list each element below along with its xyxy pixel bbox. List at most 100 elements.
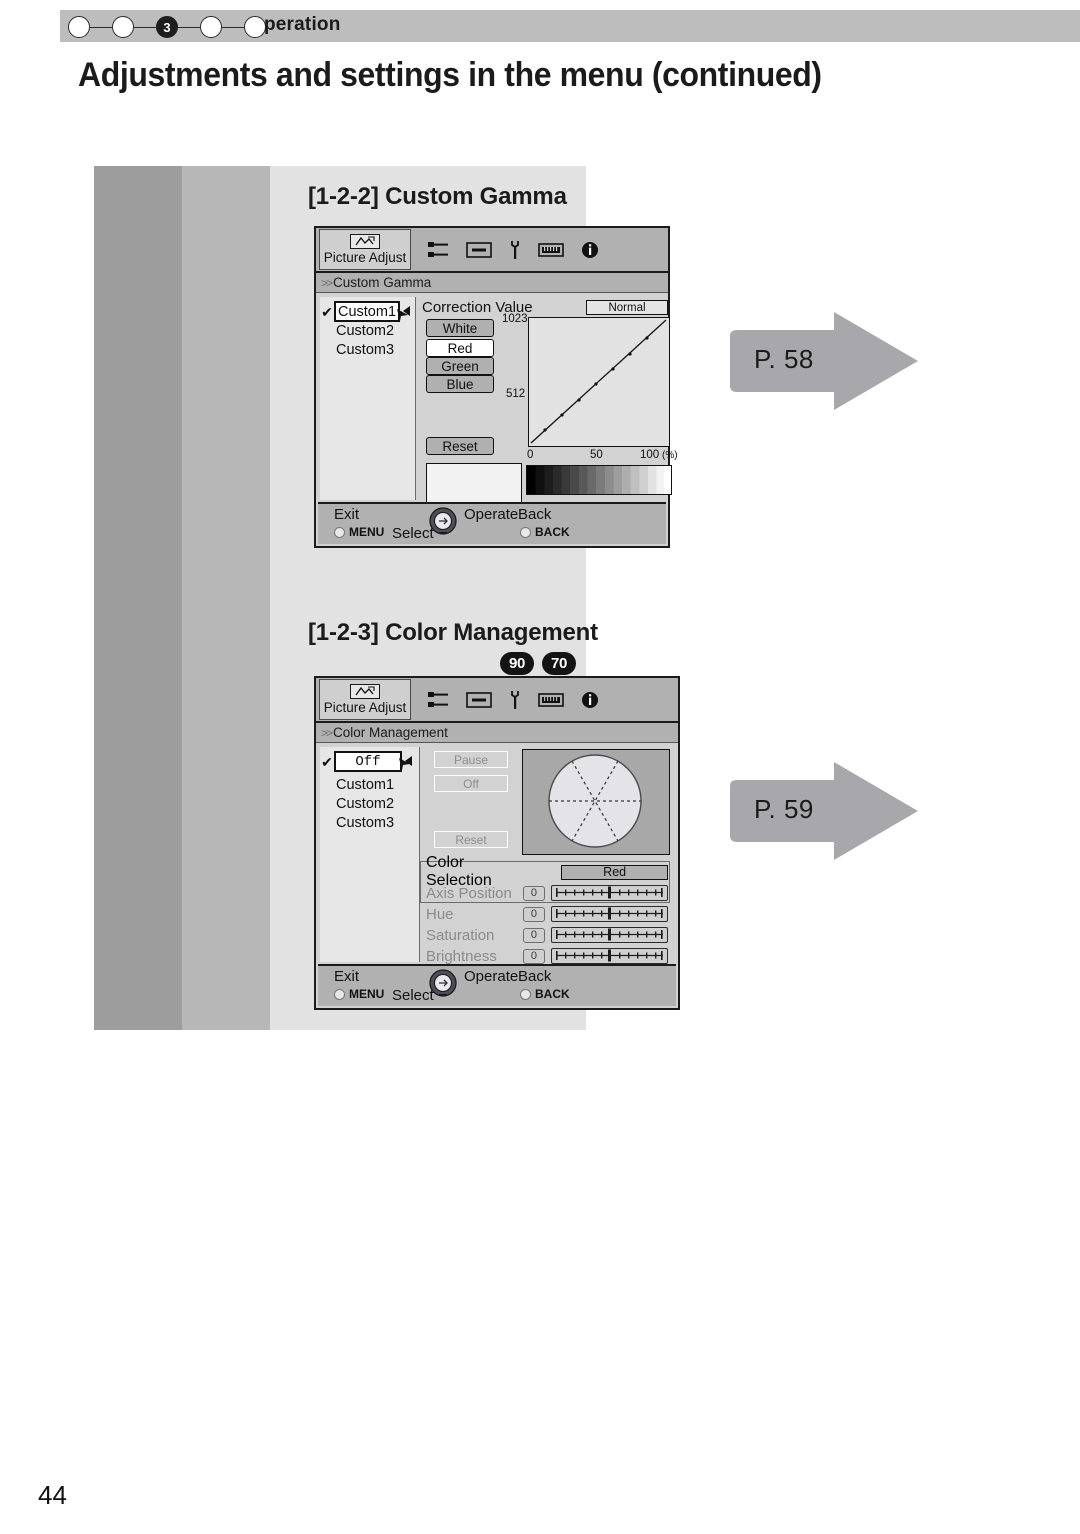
slider-row-axis-position[interactable]: Axis Position 0 — [426, 883, 668, 903]
help-operate-label: Operate — [464, 506, 519, 523]
wrench-icon[interactable] — [509, 690, 521, 710]
led-bullet-icon — [334, 526, 345, 538]
help-exit-label: Exit — [334, 968, 360, 985]
graph-x-tick-0: 0 — [527, 449, 534, 461]
step-dot-1 — [68, 16, 90, 38]
slider-value: 0 — [522, 906, 545, 922]
slider-row-saturation[interactable]: Saturation 0 — [426, 925, 668, 945]
check-icon: ✔ — [321, 303, 333, 320]
slider-track[interactable] — [551, 906, 668, 922]
page-reference-label-1: P. 58 — [754, 344, 814, 374]
slider-label: Hue — [426, 905, 454, 923]
chevron-right-icon: >> — [321, 725, 333, 740]
slider-label: Axis Position — [426, 884, 512, 902]
help-menu-key-label: MENU — [349, 987, 385, 1001]
section-title-color-management: [1-2-3] Color Management — [308, 619, 598, 646]
help-back-label: Back — [518, 506, 552, 523]
led-bullet-icon — [520, 988, 531, 1000]
slider-value: 0 — [522, 948, 545, 964]
channel-button-blue[interactable]: Blue — [426, 375, 494, 393]
list-item[interactable]: Custom2 — [336, 795, 419, 814]
help-menu-key-label: MENU — [349, 525, 385, 539]
graph-x-tick-50: 50 — [590, 449, 603, 461]
step-connector — [222, 26, 244, 29]
list-item-selected[interactable]: ✔ Off — [320, 751, 419, 772]
step-connector — [178, 26, 200, 29]
osd-tab-icon-group — [427, 690, 599, 710]
installation-icon[interactable] — [538, 242, 564, 258]
color-selection-row[interactable]: Color Selection Red — [426, 854, 669, 889]
operate-wheel-icon — [428, 506, 458, 536]
osd-tab-icon-group — [427, 240, 599, 260]
page-reference-arrow-1: P. 58 — [722, 308, 920, 414]
off-button[interactable]: Off — [434, 775, 508, 792]
channel-button-red[interactable]: Red — [426, 339, 494, 357]
selected-value-box[interactable]: Custom1 — [334, 301, 408, 322]
selected-value-box[interactable]: Off — [334, 751, 410, 772]
reset-button[interactable]: Reset — [434, 831, 508, 848]
osd-custom-gamma: Picture Adjust >> Custom Gamma ✔ Custom1… — [314, 226, 678, 548]
help-back-key[interactable]: BACK — [520, 525, 570, 539]
wrench-icon[interactable] — [509, 240, 521, 260]
band-mid — [182, 166, 270, 1030]
info-icon[interactable] — [581, 241, 599, 259]
slider-row-hue[interactable]: Hue 0 — [426, 904, 668, 924]
list-item[interactable]: Custom3 — [336, 341, 415, 360]
step-connector — [134, 26, 156, 29]
help-menu-key[interactable]: MENU — [334, 987, 384, 1001]
help-back-key[interactable]: BACK — [520, 987, 570, 1001]
reset-button[interactable]: Reset — [426, 437, 494, 455]
color-selection-value[interactable]: Red — [561, 864, 669, 880]
model-badge-90: 90 — [500, 652, 534, 675]
list-item[interactable]: Custom3 — [336, 814, 419, 833]
step-dot-4 — [200, 16, 222, 38]
selected-value-label: Off — [355, 753, 381, 770]
osd-tabbar: Picture Adjust — [316, 678, 678, 723]
slider-row-brightness[interactable]: Brightness 0 — [426, 946, 668, 966]
display-icon[interactable] — [466, 691, 492, 708]
sliders-icon[interactable] — [427, 240, 449, 260]
installation-icon[interactable] — [538, 692, 564, 708]
list-item-selected[interactable]: ✔ Custom1 — [320, 301, 415, 322]
pause-button[interactable]: Pause — [434, 751, 508, 768]
osd-color-management: Picture Adjust >> Color Management ✔ Off… — [314, 676, 680, 1010]
cursor-arrow-icon — [396, 308, 410, 326]
list-item[interactable]: Custom1 — [336, 776, 419, 795]
slider-track[interactable] — [551, 948, 668, 964]
check-icon: ✔ — [321, 753, 333, 770]
chapter-step-indicator: 3 — [68, 16, 268, 38]
tab-picture-adjust[interactable]: Picture Adjust — [319, 679, 411, 720]
osd-body: ✔ Custom1 Custom2 Custom3 Correction Val… — [318, 295, 678, 503]
model-badges: 90 70 — [500, 652, 576, 675]
graph-y-top-label: 1023 — [502, 313, 528, 325]
slider-track[interactable] — [551, 885, 668, 901]
info-icon[interactable] — [581, 691, 599, 709]
slider-value: 0 — [522, 885, 545, 901]
help-operate-label: Operate — [464, 968, 519, 985]
slider-label: Saturation — [426, 926, 495, 944]
tab-picture-adjust-label: Picture Adjust — [323, 700, 407, 716]
page-reference-arrow-2: P. 59 — [722, 758, 920, 864]
help-exit-label: Exit — [334, 506, 360, 523]
gamma-preset-list: ✔ Custom1 Custom2 Custom3 — [320, 297, 416, 500]
display-icon[interactable] — [466, 241, 492, 258]
help-back-label: Back — [518, 968, 552, 985]
graph-y-mid-label: 512 — [506, 388, 526, 400]
tab-picture-adjust-label: Picture Adjust — [323, 250, 407, 266]
slider-label: Brightness — [426, 947, 497, 965]
cursor-arrow-icon — [398, 757, 412, 776]
tab-picture-adjust[interactable]: Picture Adjust — [319, 229, 411, 270]
channel-button-green[interactable]: Green — [426, 357, 494, 375]
step-dot-5 — [244, 16, 266, 38]
help-menu-key[interactable]: MENU — [334, 525, 384, 539]
step-dot-3-active: 3 — [156, 16, 178, 38]
gamma-preset-button[interactable]: Normal — [586, 300, 668, 315]
section-title-custom-gamma: [1-2-2] Custom Gamma — [308, 183, 567, 210]
gamma-preview-box — [426, 463, 522, 503]
channel-button-white[interactable]: White — [426, 319, 494, 337]
step-connector — [90, 26, 112, 29]
step-dot-2 — [112, 16, 134, 38]
band-dark — [94, 166, 182, 1030]
slider-track[interactable] — [551, 927, 668, 943]
sliders-icon[interactable] — [427, 690, 449, 710]
